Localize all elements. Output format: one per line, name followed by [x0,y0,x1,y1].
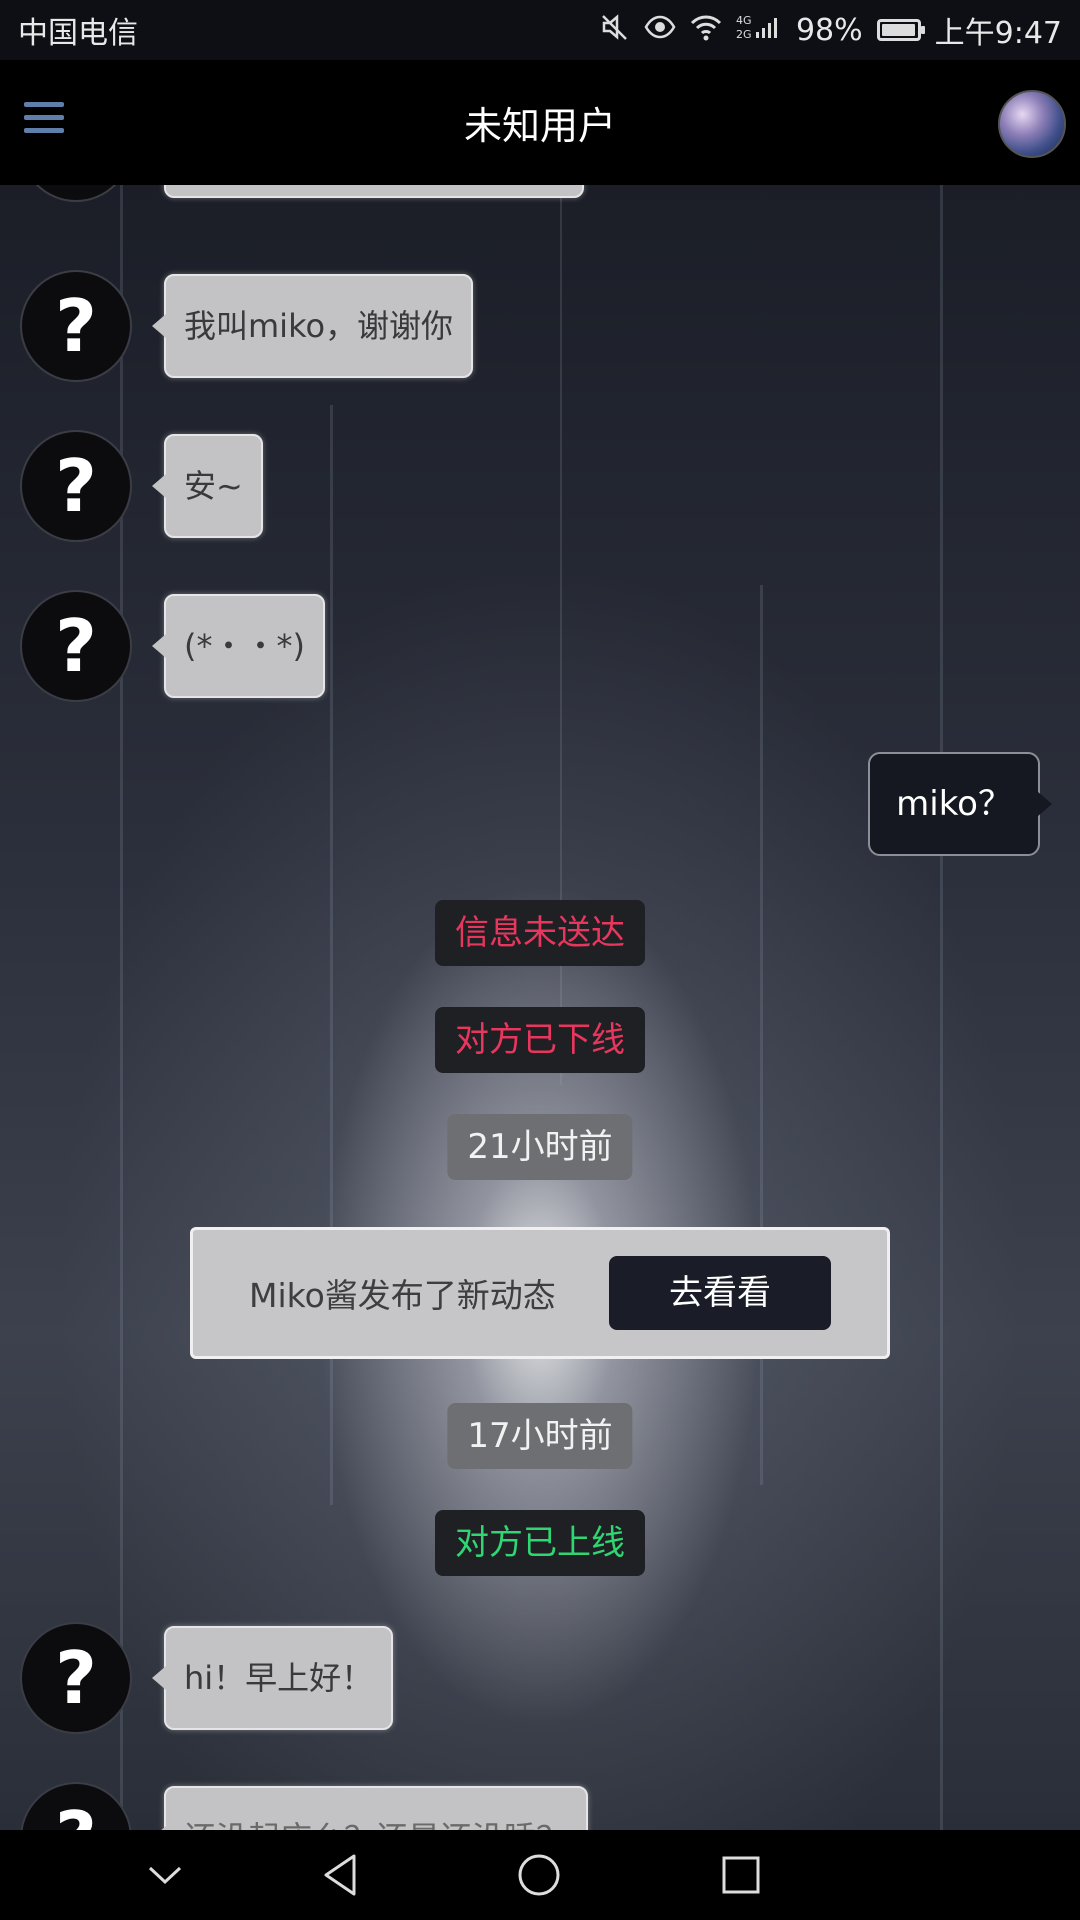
message-bubble[interactable]: (*・・*) [152,594,325,698]
chat-area[interactable]: ? ? 我叫miko，谢谢你 ? 安~ ? (*・・*) miko？ 信息未送达… [0,185,1080,1830]
message-row: ? (*・・*) [20,590,325,702]
signal-icon: 4G 2G [736,12,782,49]
undelivered-notice: 信息未送达 [435,900,645,966]
system-nav-bar [0,1830,1080,1920]
message-bubble[interactable]: hi！早上好！ [151,1626,394,1730]
status-icons: 4G 2G 98% 上午9:47 [600,8,1062,52]
recent-apps-icon[interactable] [718,1852,764,1898]
mute-icon [600,12,630,49]
carrier-label: 中国电信 [18,16,138,51]
svg-text:4G: 4G [736,14,752,27]
message-row: ? 安~ [20,430,263,542]
back-icon[interactable] [318,1852,364,1898]
online-notice: 对方已上线 [435,1510,645,1576]
sent-message-bubble[interactable]: miko？ [868,752,1052,856]
timestamp: 21小时前 [447,1114,633,1180]
message-row: ? 还没起床么？还是还没睡？ [20,1782,589,1830]
timestamp: 17小时前 [447,1403,633,1469]
hamburger-icon[interactable] [24,102,64,142]
unknown-user-avatar[interactable]: ? [20,590,132,702]
unknown-user-avatar[interactable]: ? [20,430,132,542]
background-line [940,185,943,1830]
new-post-text: Miko酱发布了新动态 [249,1276,556,1315]
clock: 上午9:47 [934,16,1062,51]
message-bubble-partial[interactable]: 还没起床么？还是还没睡？ [151,1786,589,1830]
unknown-user-avatar[interactable]: ? [20,1622,132,1734]
message-row: ? hi！早上好！ [20,1622,394,1734]
status-bar: 中国电信 4G 2G 98% 上午9:47 [0,0,1080,60]
offline-notice: 对方已下线 [435,1007,645,1073]
svg-text:2G: 2G [736,28,752,41]
message-bubble-partial[interactable] [164,185,584,198]
message-row: ? [20,185,584,202]
wifi-icon [690,12,722,49]
chevron-down-icon[interactable] [142,1852,188,1898]
message-row: ? 我叫miko，谢谢你 [20,270,474,382]
page-title: 未知用户 [463,104,616,148]
unknown-user-avatar[interactable]: ? [20,1782,132,1830]
message-bubble[interactable]: 安~ [152,434,263,538]
home-icon[interactable] [516,1852,562,1898]
view-post-button[interactable]: 去看看 [609,1256,831,1330]
unknown-user-avatar[interactable]: ? [20,185,132,202]
battery-icon [876,19,925,41]
battery-percent: 98% [795,12,863,48]
new-post-card: Miko酱发布了新动态 去看看 [190,1227,890,1359]
message-bubble[interactable]: 我叫miko，谢谢你 [151,274,474,378]
app-header: 未知用户 [0,60,1080,185]
unknown-user-avatar[interactable]: ? [20,270,132,382]
avatar[interactable] [998,90,1066,158]
eye-icon [644,12,676,49]
